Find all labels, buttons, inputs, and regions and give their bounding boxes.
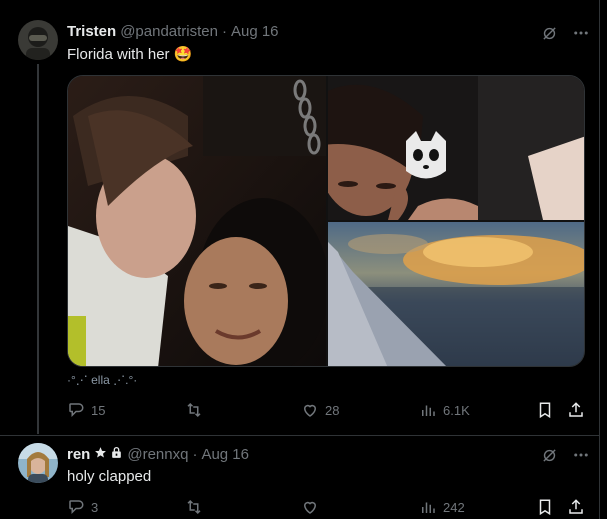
reply-icon xyxy=(69,403,84,418)
retweet-button[interactable] xyxy=(185,401,209,419)
tweet-header: Tristen @pandatristen · Aug 16 xyxy=(67,23,279,40)
views-button[interactable]: 242 xyxy=(419,498,465,516)
tweet[interactable]: Tristen @pandatristen · Aug 16 Florida w… xyxy=(0,0,600,435)
avatar[interactable] xyxy=(18,20,58,60)
bookmark-icon xyxy=(539,499,551,516)
share-icon xyxy=(569,402,583,417)
like-button[interactable] xyxy=(301,498,325,516)
display-name[interactable]: ren xyxy=(67,446,90,463)
photo-grid xyxy=(67,75,585,367)
views-count: 242 xyxy=(443,499,465,515)
photo-1[interactable] xyxy=(68,76,329,366)
timestamp[interactable]: Aug 16 xyxy=(231,23,279,40)
tweet-top-actions xyxy=(541,24,590,47)
tweet-text-body: Florida with her xyxy=(67,46,170,63)
like-count: 28 xyxy=(325,402,340,418)
reply-count: 15 xyxy=(91,402,106,418)
retweet-icon xyxy=(187,499,201,515)
share-button[interactable] xyxy=(567,401,585,419)
more-icon[interactable] xyxy=(572,24,590,47)
tweet-actions: 3 242 xyxy=(67,498,587,518)
media-caption: ·°⋰ ella ⋰.°· xyxy=(67,373,138,387)
timestamp[interactable]: Aug 16 xyxy=(201,446,249,463)
avatar[interactable] xyxy=(18,443,58,483)
reply-icon xyxy=(69,500,84,515)
retweet-icon xyxy=(187,402,201,418)
tweet-text: Florida with her 🤩 xyxy=(67,45,192,63)
bookmark-button[interactable] xyxy=(536,401,554,419)
grok-icon[interactable] xyxy=(541,447,558,469)
bookmark-button[interactable] xyxy=(536,498,554,516)
like-icon xyxy=(303,404,317,417)
handle[interactable]: @rennxq xyxy=(127,446,188,463)
handle[interactable]: @pandatristen xyxy=(120,23,218,40)
tweet[interactable]: ren @rennxq · Aug 16 holy clapped 3 242 xyxy=(0,436,600,519)
tweet-text: holy clapped xyxy=(67,468,152,485)
timeline: Tristen @pandatristen · Aug 16 Florida w… xyxy=(0,0,600,519)
share-button[interactable] xyxy=(567,498,585,516)
views-button[interactable]: 6.1K xyxy=(419,401,470,419)
reply-count: 3 xyxy=(91,499,99,515)
photo-2[interactable] xyxy=(318,76,584,220)
views-icon xyxy=(422,502,435,513)
views-icon xyxy=(422,405,435,416)
star-icon xyxy=(94,446,107,463)
views-count: 6.1K xyxy=(443,402,470,418)
share-icon xyxy=(569,499,583,514)
meta-separator: · xyxy=(192,446,198,463)
reply-button[interactable]: 3 xyxy=(67,498,98,516)
more-icon[interactable] xyxy=(572,446,590,469)
retweet-button[interactable] xyxy=(185,498,209,516)
tweet-actions: 15 28 6.1K xyxy=(67,401,587,421)
tweet-top-actions xyxy=(541,446,590,469)
lock-icon xyxy=(110,446,123,463)
display-name[interactable]: Tristen xyxy=(67,23,116,40)
like-button[interactable]: 28 xyxy=(301,401,339,419)
meta-separator: · xyxy=(221,23,227,40)
bookmark-icon xyxy=(539,402,551,419)
like-icon xyxy=(303,501,317,514)
reply-button[interactable]: 15 xyxy=(67,401,105,419)
grok-icon[interactable] xyxy=(541,25,558,47)
photo-3[interactable] xyxy=(328,222,584,366)
star-struck-emoji: 🤩 xyxy=(173,46,193,63)
tweet-header: ren @rennxq · Aug 16 xyxy=(67,446,249,463)
